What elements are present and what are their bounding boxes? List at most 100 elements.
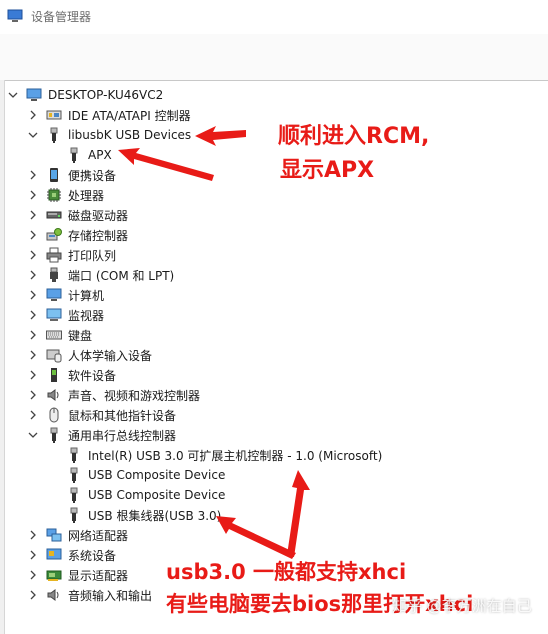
tree-item-label: 键盘 xyxy=(68,328,93,343)
chevron-down-icon[interactable] xyxy=(28,129,38,141)
tree-item-label: USB 根集线器(USB 3.0) xyxy=(88,508,222,523)
chevron-right-icon[interactable] xyxy=(28,209,38,221)
tree-item-label: 处理器 xyxy=(68,188,105,203)
storage-controller-icon xyxy=(46,227,62,243)
system-device-icon xyxy=(46,547,62,563)
chevron-right-icon[interactable] xyxy=(28,549,38,561)
tree-item[interactable]: 软件设备 xyxy=(28,365,116,385)
tree-item-label: 存储控制器 xyxy=(68,228,129,243)
ide-controller-icon xyxy=(46,107,62,123)
tree-item-label: 通用串行总线控制器 xyxy=(68,428,177,443)
tree-item-label: 系统设备 xyxy=(68,548,117,563)
tree-item-label: 监视器 xyxy=(68,308,105,323)
tree-item[interactable]: 音频输入和输出 xyxy=(28,585,152,605)
tree-item[interactable]: 监视器 xyxy=(28,305,104,325)
speaker-icon xyxy=(46,587,62,603)
computer-icon xyxy=(46,287,62,303)
tree-item-label: 软件设备 xyxy=(68,368,117,383)
usb-plug-icon xyxy=(66,487,82,503)
annotation-usb3-xhci: usb3.0 一般都支持xhci xyxy=(166,560,407,584)
chevron-right-icon[interactable] xyxy=(28,289,38,301)
usb-plug-icon xyxy=(66,507,82,523)
usb-plug-icon xyxy=(46,127,62,143)
chevron-right-icon[interactable] xyxy=(28,569,38,581)
mouse-icon xyxy=(46,407,62,423)
annotation-apx: 显示APX xyxy=(280,158,375,183)
chevron-right-icon[interactable] xyxy=(28,249,38,261)
tree-item[interactable]: 打印队列 xyxy=(28,245,116,265)
chevron-right-icon[interactable] xyxy=(28,189,38,201)
tree-item-label: 声音、视频和游戏控制器 xyxy=(68,388,201,403)
display-adapter-icon xyxy=(46,567,62,583)
tree-item-label: 端口 (COM 和 LPT) xyxy=(68,268,175,283)
arrow-to-libusbk xyxy=(195,126,246,146)
arrow-to-root-hub xyxy=(216,516,296,559)
usb-plug-icon xyxy=(46,427,62,443)
tree-item[interactable]: 人体学输入设备 xyxy=(28,345,152,365)
arrow-to-intel-controller xyxy=(287,470,310,557)
tree-item-label: 鼠标和其他指针设备 xyxy=(68,408,177,423)
tree-item[interactable]: 系统设备 xyxy=(28,545,116,565)
tree-item[interactable]: 声音、视频和游戏控制器 xyxy=(28,385,200,405)
chevron-right-icon[interactable] xyxy=(28,229,38,241)
arrow-to-apx xyxy=(118,148,214,181)
chevron-right-icon[interactable] xyxy=(28,349,38,361)
tree-item-label: 计算机 xyxy=(68,288,105,303)
tree-item[interactable]: 磁盘驱动器 xyxy=(28,205,128,225)
chevron-right-icon[interactable] xyxy=(28,269,38,281)
tree-root[interactable]: DESKTOP-KU46VC2 xyxy=(8,85,163,105)
chevron-right-icon[interactable] xyxy=(28,169,38,181)
tree-item[interactable]: 存储控制器 xyxy=(28,225,128,245)
tree-item-label: libusbK USB Devices xyxy=(68,128,192,142)
chevron-right-icon[interactable] xyxy=(28,329,38,341)
tree-item-label: 便携设备 xyxy=(68,168,117,183)
tree-item-label: 音频输入和输出 xyxy=(68,588,153,603)
tree-item[interactable]: 网络适配器 xyxy=(28,525,128,545)
annotation-rcm: 顺利进入RCM, xyxy=(278,124,430,149)
tree-item[interactable]: libusbK USB Devices xyxy=(28,125,191,145)
chevron-right-icon[interactable] xyxy=(28,109,38,121)
chevron-right-icon[interactable] xyxy=(28,389,38,401)
left-edge xyxy=(0,80,5,634)
processor-icon xyxy=(46,187,62,203)
portable-device-icon xyxy=(46,167,62,183)
hid-icon xyxy=(46,347,62,363)
device-manager-app-icon xyxy=(7,8,23,22)
tree-item[interactable]: APX xyxy=(48,145,112,165)
tree-item-label: 人体学输入设备 xyxy=(68,348,153,363)
network-adapter-icon xyxy=(46,527,62,543)
tree-item[interactable]: 处理器 xyxy=(28,185,104,205)
tree-item[interactable]: USB 根集线器(USB 3.0) xyxy=(48,505,221,525)
keyboard-icon xyxy=(46,327,62,343)
tree-item-label: 网络适配器 xyxy=(68,528,129,543)
tree-item[interactable]: 显示适配器 xyxy=(28,565,128,585)
tree-item[interactable]: Intel(R) USB 3.0 可扩展主机控制器 - 1.0 (Microso… xyxy=(48,445,382,465)
chevron-right-icon[interactable] xyxy=(28,529,38,541)
chevron-right-icon[interactable] xyxy=(28,309,38,321)
watermark: 知乎 @李万洲在自己 xyxy=(392,597,532,615)
window-title: 设备管理器 xyxy=(31,10,92,24)
tree-item-label: APX xyxy=(88,148,112,162)
chevron-down-icon[interactable] xyxy=(8,89,18,101)
computer-icon xyxy=(26,87,42,103)
tree-item[interactable]: IDE ATA/ATAPI 控制器 xyxy=(28,105,191,125)
usb-plug-icon xyxy=(66,447,82,463)
tree-item[interactable]: 通用串行总线控制器 xyxy=(28,425,176,445)
chevron-right-icon[interactable] xyxy=(28,409,38,421)
chevron-right-icon[interactable] xyxy=(28,589,38,601)
tree-item-label: USB Composite Device xyxy=(88,468,226,482)
tree-item[interactable]: USB Composite Device xyxy=(48,465,225,485)
tree-item[interactable]: 端口 (COM 和 LPT) xyxy=(28,265,174,285)
tree-item[interactable]: 鼠标和其他指针设备 xyxy=(28,405,176,425)
tree-item[interactable]: 键盘 xyxy=(28,325,92,345)
chevron-right-icon[interactable] xyxy=(28,369,38,381)
tree-item[interactable]: 便携设备 xyxy=(28,165,116,185)
tree-item-label: 显示适配器 xyxy=(68,568,129,583)
chevron-down-icon[interactable] xyxy=(28,429,38,441)
tree-item[interactable]: USB Composite Device xyxy=(48,485,225,505)
tree-item[interactable]: 计算机 xyxy=(28,285,104,305)
